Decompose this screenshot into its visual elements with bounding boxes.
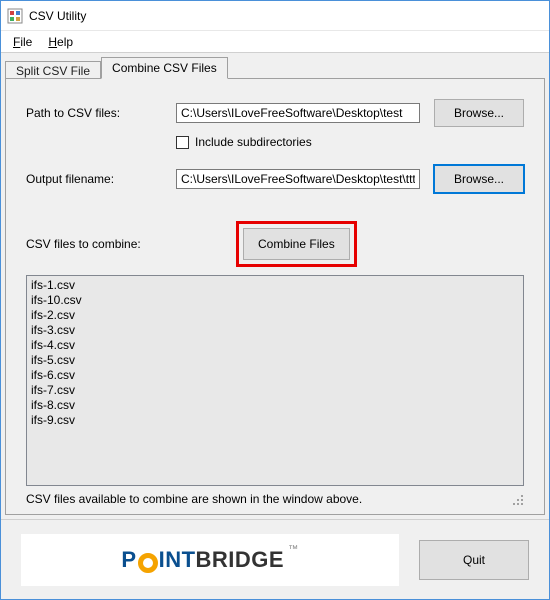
tab-page-combine: Path to CSV files: Browse... Include sub… xyxy=(5,78,545,515)
title-bar: CSV Utility xyxy=(1,1,549,31)
list-item[interactable]: ifs-3.csv xyxy=(31,323,519,338)
path-input[interactable] xyxy=(176,103,420,123)
quit-button[interactable]: Quit xyxy=(419,540,529,580)
pointbridge-logo: PINTBRIDGE™ xyxy=(21,534,399,586)
path-label: Path to CSV files: xyxy=(26,106,176,120)
app-window: CSV Utility File Help Split CSV File Com… xyxy=(0,0,550,600)
resize-grip-icon[interactable] xyxy=(510,492,524,506)
list-item[interactable]: ifs-7.csv xyxy=(31,383,519,398)
list-item[interactable]: ifs-10.csv xyxy=(31,293,519,308)
list-item[interactable]: ifs-4.csv xyxy=(31,338,519,353)
menu-bar: File Help xyxy=(1,31,549,53)
footer: PINTBRIDGE™ Quit xyxy=(1,519,549,599)
browse-path-button[interactable]: Browse... xyxy=(434,99,524,127)
logo-o-icon xyxy=(138,553,158,573)
combine-files-button[interactable]: Combine Files xyxy=(243,228,350,260)
include-subdirs-label: Include subdirectories xyxy=(195,135,312,149)
menu-file[interactable]: File xyxy=(5,33,40,51)
combine-list-label: CSV files to combine: xyxy=(26,237,236,251)
list-item[interactable]: ifs-6.csv xyxy=(31,368,519,383)
tab-strip: Split CSV File Combine CSV Files xyxy=(1,53,549,78)
list-item[interactable]: ifs-1.csv xyxy=(31,278,519,293)
include-subdirs-checkbox[interactable] xyxy=(176,136,189,149)
list-item[interactable]: ifs-5.csv xyxy=(31,353,519,368)
window-title: CSV Utility xyxy=(29,9,86,23)
status-text: CSV files available to combine are shown… xyxy=(26,492,362,506)
output-input[interactable] xyxy=(176,169,420,189)
app-icon xyxy=(7,8,23,24)
list-item[interactable]: ifs-8.csv xyxy=(31,398,519,413)
list-item[interactable]: ifs-2.csv xyxy=(31,308,519,323)
menu-help[interactable]: Help xyxy=(40,33,81,51)
combine-button-highlight: Combine Files xyxy=(236,221,357,267)
tab-combine-csv[interactable]: Combine CSV Files xyxy=(101,57,228,79)
list-item[interactable]: ifs-9.csv xyxy=(31,413,519,428)
output-label: Output filename: xyxy=(26,172,176,186)
browse-output-button[interactable]: Browse... xyxy=(434,165,524,193)
csv-file-list[interactable]: ifs-1.csvifs-10.csvifs-2.csvifs-3.csvifs… xyxy=(26,275,524,486)
